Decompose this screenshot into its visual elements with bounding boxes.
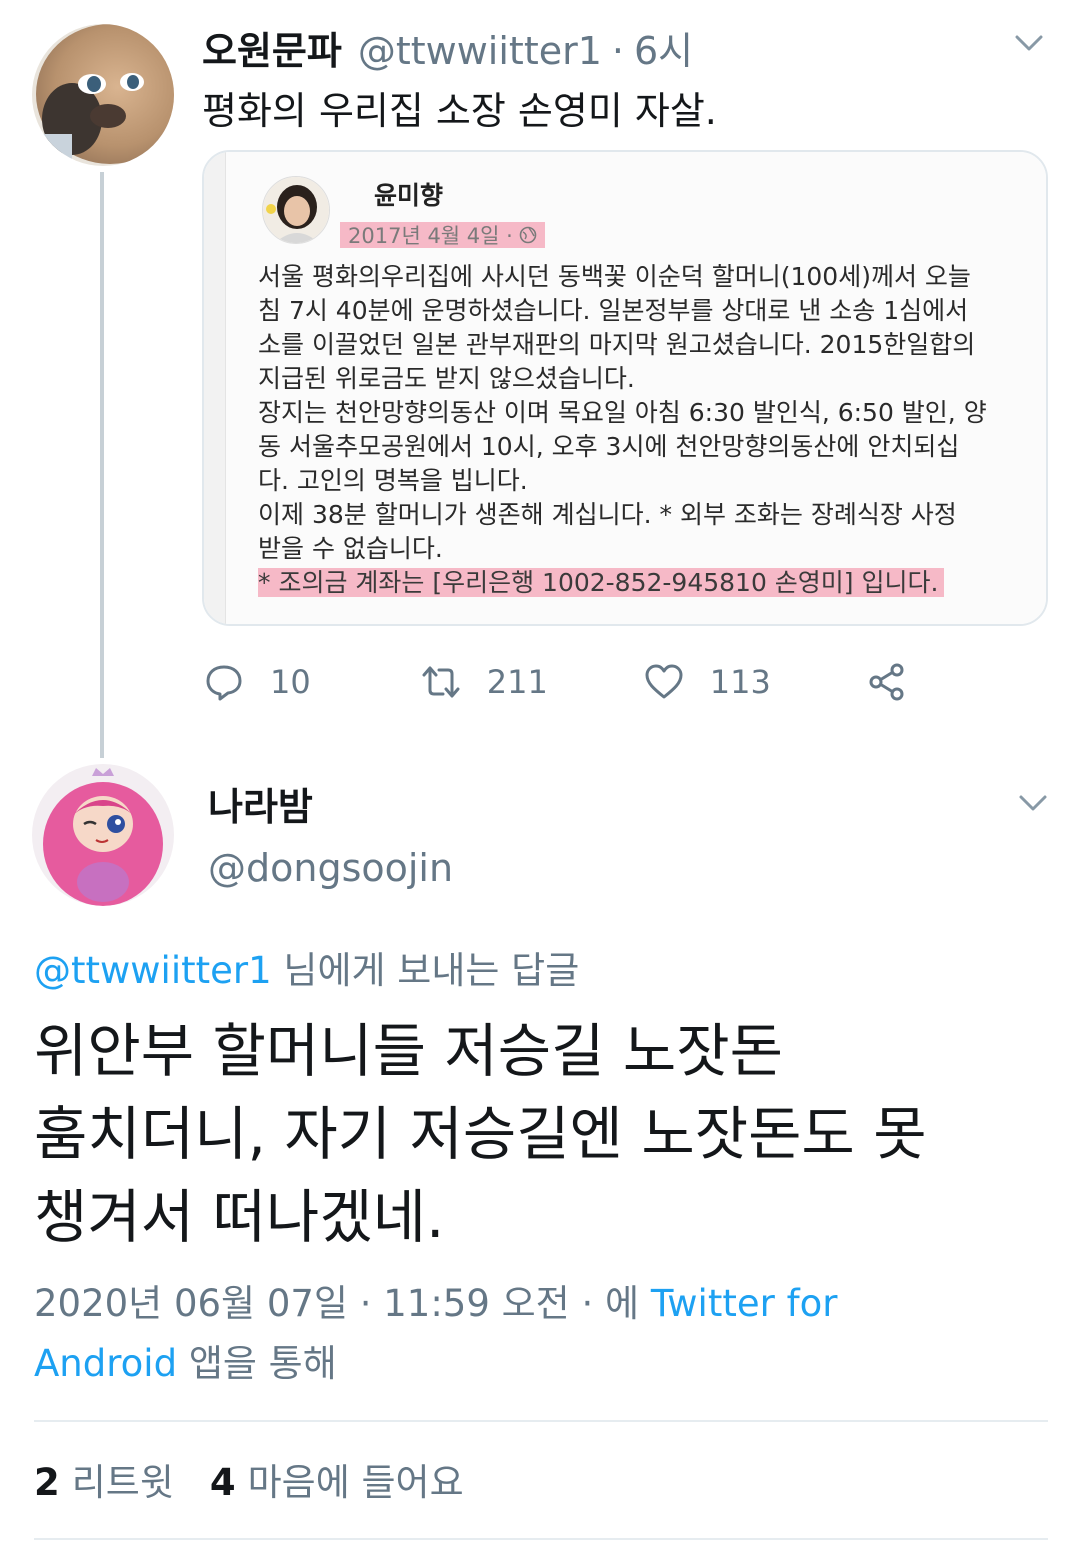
tweet-datetime: 2020년 06월 07일 · 11:59 오전 · 에: [34, 1282, 651, 1325]
embedded-post-date-highlight: 2017년 4월 4일 ·: [340, 222, 545, 248]
embedded-post-line: 지급된 위로금도 받지 않으셨습니다.: [258, 364, 635, 393]
reply-text-line: 훔치더니, 자기 저승길엔 노잣돈도 못: [34, 1100, 927, 1168]
replying-to-label: 님에게 보내는 답글: [271, 949, 580, 992]
like-button[interactable]: 113: [644, 662, 771, 702]
reply-text-line: 챙겨서 떠나겠네.: [34, 1183, 445, 1251]
reply-author-handle[interactable]: @dongsoojin: [208, 846, 453, 890]
meta-line-2: Android 앱을 통해: [34, 1334, 1044, 1394]
divider: [34, 1420, 1048, 1422]
likes-count[interactable]: 4: [210, 1461, 236, 1504]
replying-to: @ttwwiitter1 님에게 보내는 답글: [34, 940, 579, 994]
embedded-post-body: 서울 평화의우리집에 사시던 동백꽃 이순덕 할머니(100세)께서 오늘 침 …: [258, 260, 1046, 600]
reply-text: 위안부 할머니들 저승길 노잣돈 훔치더니, 자기 저승길엔 노잣돈도 못 챙겨…: [34, 1010, 1044, 1259]
tweet-text: 평화의 우리집 소장 손영미 자살.: [202, 89, 717, 133]
author-handle[interactable]: @ttwwiitter1: [358, 29, 602, 73]
share-icon: [869, 663, 904, 701]
avatar[interactable]: [32, 24, 174, 166]
divider: [34, 1538, 1048, 1540]
embedded-post-line: 소를 이끌었던 일본 관부재판의 마지막 원고셨습니다. 2015한일합의: [258, 330, 976, 359]
separator-dot: ·: [611, 29, 624, 73]
tweet-media-image[interactable]: 윤미향 2017년 4월 4일 · 서울 평화의우리집에 사시던 동백꽃 이순덕…: [202, 150, 1048, 626]
tweet-stats: 2 리트윗 4 마음에 들어요: [34, 1452, 464, 1506]
embedded-post-line: 동 서울추모공원에서 10시, 오후 3시에 천안망향의동산에 안치되십: [258, 432, 960, 461]
embedded-post-avatar: [262, 176, 330, 244]
embedded-post-line: 이제 38분 할머니가 생존해 계십니다. * 외부 조화는 장례식장 사정: [258, 500, 957, 529]
media-edge: [204, 152, 226, 624]
globe-icon: [519, 226, 537, 244]
chevron-down-icon[interactable]: [1014, 28, 1044, 58]
share-button[interactable]: [867, 662, 907, 702]
avatar[interactable]: [32, 764, 174, 906]
replying-to-handle-link[interactable]: @ttwwiitter1: [34, 949, 272, 992]
tweet-meta: 2020년 06월 07일 · 11:59 오전 · 에 Twitter for…: [34, 1274, 1044, 1394]
via-label: 앱을 통해: [177, 1342, 337, 1385]
tweet-timestamp[interactable]: 6시: [634, 20, 693, 75]
retweet-icon: [422, 666, 460, 698]
reply-text-line: 위안부 할머니들 저승길 노잣돈: [34, 1017, 783, 1085]
retweet-count: 211: [486, 663, 548, 701]
embedded-facebook-post: 윤미향 2017년 4월 4일 · 서울 평화의우리집에 사시던 동백꽃 이순덕…: [226, 152, 1048, 626]
reply-icon: [206, 665, 242, 701]
retweets-label[interactable]: 리트윗: [72, 1452, 174, 1506]
likes-label[interactable]: 마음에 들어요: [248, 1452, 464, 1506]
like-count: 113: [709, 663, 771, 701]
embedded-post-line: 서울 평화의우리집에 사시던 동백꽃 이순덕 할머니(100세)께서 오늘: [258, 262, 971, 291]
embedded-post-line: 침 7시 40분에 운명하셨습니다. 일본정부를 상대로 낸 소송 1심에서: [258, 296, 969, 325]
retweets-count[interactable]: 2: [34, 1461, 60, 1504]
highlighted-account-text: * 조의금 계좌는 [우리은행 1002-852-945810 손영미] 입니다…: [258, 568, 945, 597]
meta-line-1: 2020년 06월 07일 · 11:59 오전 · 에 Twitter for: [34, 1274, 1044, 1334]
chevron-down-icon[interactable]: [1018, 788, 1048, 818]
reply-button[interactable]: 10: [204, 662, 311, 702]
embedded-post-highlight-line: * 조의금 계좌는 [우리은행 1002-852-945810 손영미] 입니다…: [258, 566, 1046, 600]
media-bottom-strip: [248, 624, 1048, 626]
embedded-post-author: 윤미향: [374, 181, 444, 210]
reply-author-name[interactable]: 나라밤: [208, 776, 313, 831]
embedded-post-line: 장지는 천안망향의동산 이며 목요일 아침 6:30 발인식, 6:50 발인,…: [258, 398, 987, 427]
tweet-header: 오원문파 @ttwwiitter1 · 6시: [202, 20, 693, 75]
embedded-post-line: 받을 수 없습니다.: [258, 534, 443, 563]
like-icon: [645, 664, 683, 699]
retweet-button[interactable]: 211: [421, 662, 548, 702]
thread-connector-line: [100, 172, 104, 758]
client-link-part2[interactable]: Android: [34, 1342, 177, 1385]
embedded-post-date: 2017년 4월 4일 ·: [348, 224, 513, 248]
tweet-action-bar: 10 211 113: [204, 658, 907, 706]
reply-count: 10: [270, 663, 311, 701]
author-name[interactable]: 오원문파: [202, 20, 342, 75]
client-link-part1[interactable]: Twitter for: [651, 1282, 838, 1325]
embedded-post-line: 다. 고인의 명복을 빕니다.: [258, 466, 528, 495]
